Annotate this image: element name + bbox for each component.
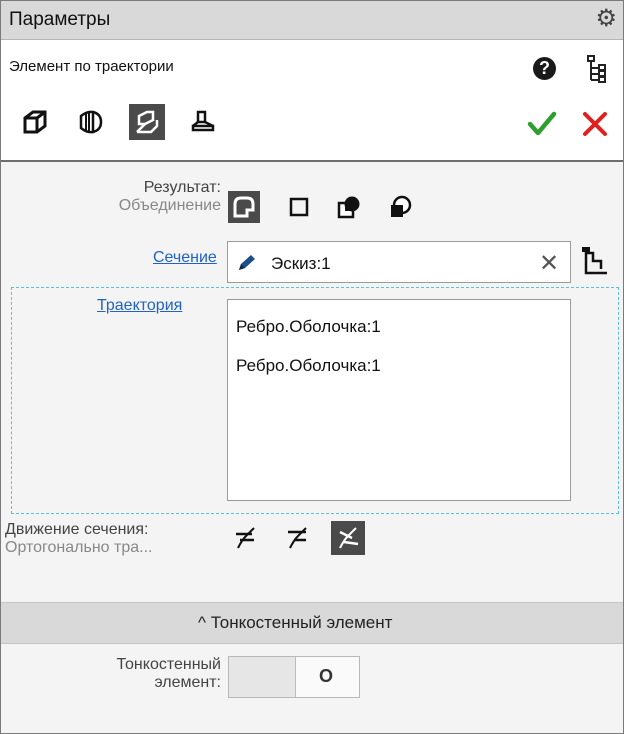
close-icon[interactable] [581, 110, 609, 138]
result-label: Результат: Объединение [41, 179, 221, 215]
extrusion-op-button[interactable] [17, 104, 53, 140]
motion-parallel-button[interactable] [229, 521, 263, 555]
parallel-motion-icon [236, 527, 255, 549]
loft-op-button[interactable] [185, 104, 221, 140]
chevron-up-icon: ^ [198, 613, 211, 632]
result-union-button[interactable] [228, 191, 260, 223]
panel-title: Параметры [9, 9, 111, 30]
loft-icon [191, 110, 215, 132]
intersect-icon [337, 196, 360, 219]
thin-wall-section-header[interactable]: ^ Тонкостенный элемент [1, 602, 623, 644]
extrusion-icon [23, 110, 47, 134]
result-cut-button[interactable] [385, 191, 417, 223]
checkmark-icon[interactable] [527, 110, 557, 138]
toggle-state: O [319, 666, 334, 686]
thin-wall-toggle[interactable]: O [228, 656, 360, 698]
thin-wall-header-text: ^ Тонкостенный элемент [198, 613, 392, 633]
trajectory-link[interactable]: Траектория [97, 297, 182, 315]
result-intersect-button[interactable] [333, 191, 365, 223]
motion-label-line2: Ортогонально тра... [5, 539, 153, 556]
sweep-icon [136, 110, 159, 134]
section-motion-label: Движение сечения: Ортогонально тра... [5, 521, 152, 557]
panel-titlebar: Параметры ⚙ [1, 1, 623, 40]
result-label-line1: Результат: [143, 179, 221, 196]
section-link[interactable]: Сечение [153, 249, 217, 267]
help-icon[interactable]: ? [533, 57, 556, 80]
square-icon [289, 197, 309, 217]
gear-icon[interactable]: ⚙ [595, 5, 617, 33]
sketch-select-icon[interactable] [581, 245, 611, 277]
operation-name: Элемент по траектории [9, 58, 174, 75]
thin-wall-label: Тонкостенный элемент: [41, 656, 222, 692]
parameters-panel: Параметры ⚙ Элемент по траектории ? Резу… [0, 0, 624, 734]
trajectory-list[interactable]: Ребро.Оболочка:1 Ребро.Оболочка:1 [227, 299, 571, 501]
toggle-off-segment[interactable] [229, 657, 296, 697]
cut-icon [391, 195, 412, 217]
motion-keep-angle-button[interactable] [281, 521, 315, 555]
clear-icon[interactable]: ✕ [539, 249, 559, 278]
sweep-op-button[interactable] [129, 104, 165, 140]
section-value: Эскиз:1 [271, 254, 331, 273]
rotation-icon [79, 110, 103, 134]
list-item[interactable]: Ребро.Оболочка:1 [236, 317, 381, 337]
union-icon [233, 196, 255, 218]
motion-orthogonal-button[interactable] [331, 521, 365, 555]
thin-wall-header-label: Тонкостенный элемент [210, 613, 393, 632]
result-subtract-button[interactable] [283, 191, 315, 223]
motion-label-line1: Движение сечения: [5, 521, 149, 538]
list-item[interactable]: Ребро.Оболочка:1 [236, 356, 381, 376]
operation-header: Элемент по траектории ? [1, 40, 623, 162]
tree-structure-icon[interactable] [585, 54, 609, 84]
thin-wall-label-line2: элемент: [154, 674, 221, 691]
result-label-line2: Объединение [118, 197, 221, 214]
orthogonal-motion-icon [339, 527, 359, 549]
rotation-op-button[interactable] [73, 104, 109, 140]
thin-wall-label-line1: Тонкостенный [116, 656, 222, 673]
pencil-icon [239, 255, 255, 270]
keep-angle-icon [288, 527, 307, 549]
